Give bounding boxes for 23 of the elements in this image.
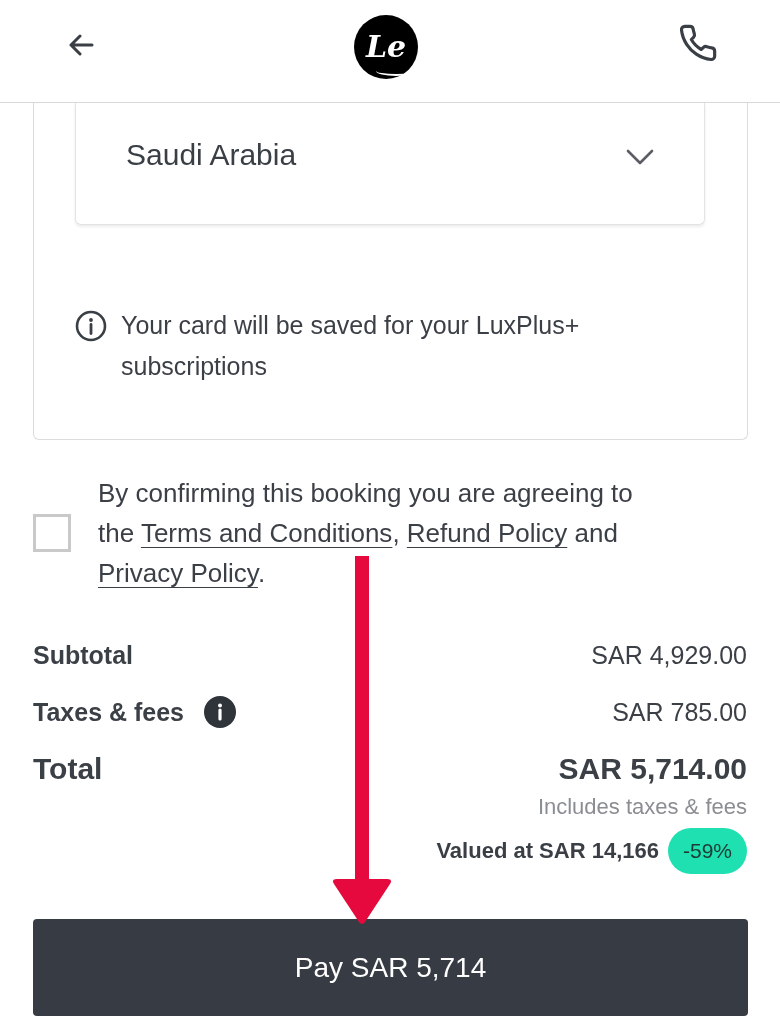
chevron-down-icon bbox=[626, 149, 654, 165]
valued-at-text: Valued at SAR 14,166 bbox=[436, 838, 659, 864]
policy-link[interactable]: Privacy Policy bbox=[98, 558, 258, 588]
back-arrow-icon[interactable] bbox=[68, 34, 94, 56]
summary-amount: SAR 5,714.00 bbox=[558, 752, 747, 786]
consent-text: By confirming this booking you are agreeing to the Terms and Conditions, Refund Policy and Privacy Policy. bbox=[98, 477, 634, 590]
total-note: Includes taxes & fees bbox=[536, 793, 747, 821]
card-saved-note: Your card will be saved for your LuxPlus+ subscriptions bbox=[121, 310, 581, 382]
policy-link[interactable]: Terms and Conditions bbox=[140, 518, 393, 548]
summary-label: Total bbox=[33, 752, 103, 786]
summary-label: Taxes & fees bbox=[33, 697, 184, 727]
info-icon bbox=[75, 310, 107, 342]
pay-button[interactable]: Pay SAR 5,714 bbox=[33, 919, 748, 1016]
logo: Le bbox=[354, 15, 418, 79]
country-select[interactable]: Saudi Arabia bbox=[75, 103, 705, 225]
info-icon[interactable] bbox=[204, 696, 236, 728]
policy-link[interactable]: Refund Policy bbox=[406, 518, 568, 548]
summary-amount: SAR 785.00 bbox=[612, 697, 747, 727]
summary-amount: SAR 4,929.00 bbox=[591, 640, 747, 670]
phone-icon[interactable] bbox=[678, 23, 718, 63]
summary-label: Subtotal bbox=[33, 640, 133, 670]
consent-checkbox[interactable] bbox=[33, 514, 71, 552]
discount-badge: -59% bbox=[667, 828, 747, 874]
